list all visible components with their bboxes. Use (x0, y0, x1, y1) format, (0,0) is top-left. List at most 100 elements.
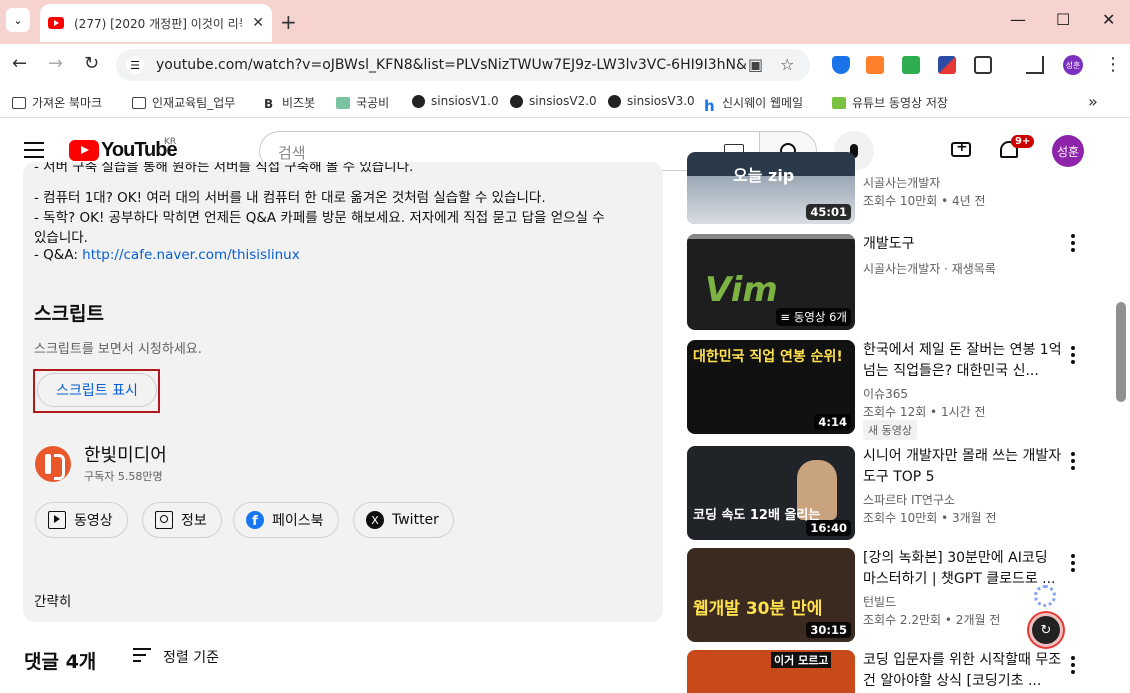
globe-icon (608, 94, 621, 108)
channel-avatar[interactable] (35, 446, 71, 482)
sort-icon (133, 648, 151, 666)
script-heading: 스크립트 (34, 303, 104, 325)
floating-action-button[interactable]: ↻ (1029, 613, 1063, 647)
more-actions-icon[interactable] (1071, 554, 1077, 575)
chip-label: 페이스북 (272, 513, 324, 529)
video-meta: 조회수 10만회 • 4년 전 (863, 194, 986, 208)
twitter-chip-button[interactable]: X Twitter (353, 502, 454, 538)
bookmark-item[interactable]: 인재교육팀_업무 (132, 94, 235, 111)
video-title[interactable]: 개발도구 (863, 234, 1063, 255)
chip-label: Twitter (392, 512, 439, 528)
thumbnail-text: 이거 모르고 (771, 652, 832, 668)
menu-icon[interactable] (24, 142, 44, 163)
back-arrow-icon[interactable]: ← (12, 53, 27, 74)
folder-icon (12, 96, 26, 109)
profile-avatar[interactable]: 성훈 (1063, 55, 1083, 75)
video-thumbnail[interactable]: 코딩 속도 12배 올리는 16:40 (687, 446, 855, 540)
bookmark-label: 비즈봇 (282, 96, 316, 110)
video-channel[interactable]: 스파르타 IT연구소 (863, 491, 955, 508)
bookmarks-bar: 가져온 북마크 인재교육팀_업무 B 비즈봇 국공비 sinsiosV1.0 si… (0, 86, 1130, 118)
window-close-icon[interactable]: ✕ (1102, 10, 1115, 29)
browser-menu-icon[interactable]: ⋮ (1104, 54, 1122, 75)
video-title[interactable]: 시니어 개발자만 몰래 쓰는 개발자 도구 TOP 5 (863, 446, 1063, 488)
videos-chip-button[interactable]: 동영상 (35, 502, 128, 538)
bookmark-item[interactable]: h 신시웨이 웹메일 (704, 94, 804, 115)
browser-toolbar: ← → ↻ ☰ youtube.com/watch?v=oJBWsl_KFN8&… (0, 44, 1130, 86)
more-actions-icon[interactable] (1071, 452, 1077, 473)
forward-arrow-icon[interactable]: → (48, 53, 63, 74)
bookmark-item[interactable]: B 비즈봇 (264, 94, 315, 111)
site-info-icon[interactable]: ☰ (126, 56, 144, 74)
playlist-count: ≡ 동영상 6개 (776, 308, 851, 326)
extensions-puzzle-icon[interactable] (974, 56, 992, 74)
region-label: KR (164, 137, 177, 147)
minimize-icon[interactable]: — (1010, 10, 1026, 29)
video-channel[interactable]: 시골사는개발자 · 재생목록 (863, 260, 996, 277)
page-scrollbar[interactable] (1116, 302, 1126, 402)
youtube-logo[interactable]: YouTube (69, 139, 178, 162)
video-channel[interactable]: 시골사는개발자 (863, 174, 940, 191)
qa-link[interactable]: http://cafe.naver.com/thisislinux (82, 247, 300, 263)
recommendation-item[interactable]: 대한민국 직업 연봉 순위! 4:14 한국에서 제일 돈 잘버는 연봉 1억 … (687, 340, 1107, 440)
more-actions-icon[interactable] (1071, 346, 1077, 367)
bookmark-label: 유튜브 동영상 저장 (852, 96, 948, 110)
channel-name[interactable]: 한빛미디어 (84, 441, 167, 467)
more-actions-icon[interactable] (1071, 656, 1077, 677)
bookmark-item[interactable]: 유튜브 동영상 저장 (832, 94, 948, 111)
bookmark-item[interactable]: sinsiosV3.0 (608, 94, 695, 108)
reload-icon[interactable]: ↻ (84, 53, 99, 74)
video-thumbnail[interactable]: 이거 모르고 (687, 650, 855, 693)
recommendation-item[interactable]: 이거 모르고 코딩 입문자를 위한 시작할때 무조건 알아야할 상식 [코딩기초… (687, 650, 1107, 693)
shield-extension-icon[interactable] (832, 56, 850, 74)
show-transcript-button[interactable]: 스크립트 표시 (37, 373, 157, 407)
more-actions-icon[interactable] (1071, 234, 1077, 255)
bookmark-item[interactable]: sinsiosV2.0 (510, 94, 597, 108)
playlist-thumbnail[interactable]: Vim ≡ 동영상 6개 (687, 234, 855, 330)
facebook-icon: f (246, 511, 264, 529)
close-icon[interactable]: ✕ (252, 15, 264, 31)
install-app-icon[interactable]: ▣ (748, 55, 763, 74)
flag-extension-icon[interactable] (938, 56, 956, 74)
browser-tab-active[interactable]: (277) [2020 개정판] 이것이 리눅스다 ✕ (40, 4, 272, 42)
youtube-play-icon (69, 140, 99, 161)
tab-search-button[interactable]: ⌄ (6, 8, 30, 32)
download-icon (832, 96, 846, 109)
bookmark-label: 신시웨이 웹메일 (722, 96, 804, 110)
globe-icon (510, 94, 523, 108)
about-chip-button[interactable]: 정보 (142, 502, 222, 538)
playlist-stack-edge (687, 234, 855, 239)
video-channel[interactable]: 턴빌드 (863, 593, 896, 610)
new-tab-button[interactable]: + (280, 10, 297, 34)
screen-extension-icon[interactable] (902, 56, 920, 74)
recommendation-item[interactable]: 오늘 zip 45:01 시골사는개발자 조회수 10만회 • 4년 전 (687, 152, 1107, 224)
chip-label: 정보 (181, 513, 207, 529)
video-thumbnail[interactable]: 오늘 zip 45:01 (687, 152, 855, 224)
script-subtext: 스크립트를 보면서 시청하세요. (34, 342, 202, 357)
ex-extension-icon[interactable] (866, 56, 884, 74)
video-title[interactable]: [강의 녹화본] 30분만에 AI코딩 마스터하기 | 챗GPT 클로드로 ..… (863, 548, 1063, 590)
media-control-icon[interactable] (1026, 56, 1044, 74)
video-channel[interactable]: 이슈365 (863, 385, 908, 402)
maximize-icon[interactable]: ☐ (1056, 10, 1070, 29)
recommendation-item[interactable]: 코딩 속도 12배 올리는 16:40 시니어 개발자만 몰래 쓰는 개발자 도… (687, 446, 1107, 540)
channel-subscribers: 구독자 5.58만명 (84, 470, 163, 483)
video-title[interactable]: 코딩 입문자를 위한 시작할때 무조건 알아야할 상식 [코딩기초 ... (863, 650, 1063, 692)
folder-icon (132, 96, 146, 109)
video-title[interactable]: 한국에서 제일 돈 잘버는 연봉 1억 넘는 직업들은? 대한민국 신... (863, 340, 1063, 382)
show-less-button[interactable]: 간략히 (34, 590, 71, 610)
bookmark-item[interactable]: 국공비 (336, 94, 389, 111)
recommendation-item[interactable]: Vim ≡ 동영상 6개 개발도구 시골사는개발자 · 재생목록 (687, 234, 1107, 330)
bookmark-item[interactable]: sinsiosV1.0 (412, 94, 499, 108)
sort-comments-button[interactable]: 정렬 기준 (133, 647, 219, 667)
more-bookmarks-icon[interactable]: » (1088, 92, 1098, 111)
bookmark-label: sinsiosV1.0 (431, 94, 499, 108)
url-text[interactable]: youtube.com/watch?v=oJBWsl_KFN8&list=PLV… (156, 57, 746, 73)
address-bar[interactable]: ☰ youtube.com/watch?v=oJBWsl_KFN8&list=P… (116, 49, 810, 81)
bookmark-star-icon[interactable]: ☆ (780, 55, 794, 74)
video-duration: 4:14 (814, 414, 851, 430)
video-thumbnail[interactable]: 웹개발 30분 만에 30:15 (687, 548, 855, 642)
description-qa-line: - Q&A: http://cafe.naver.com/thisislinux (34, 247, 300, 263)
video-thumbnail[interactable]: 대한민국 직업 연봉 순위! 4:14 (687, 340, 855, 434)
bookmark-item[interactable]: 가져온 북마크 (12, 94, 102, 111)
facebook-chip-button[interactable]: f 페이스북 (233, 502, 339, 538)
